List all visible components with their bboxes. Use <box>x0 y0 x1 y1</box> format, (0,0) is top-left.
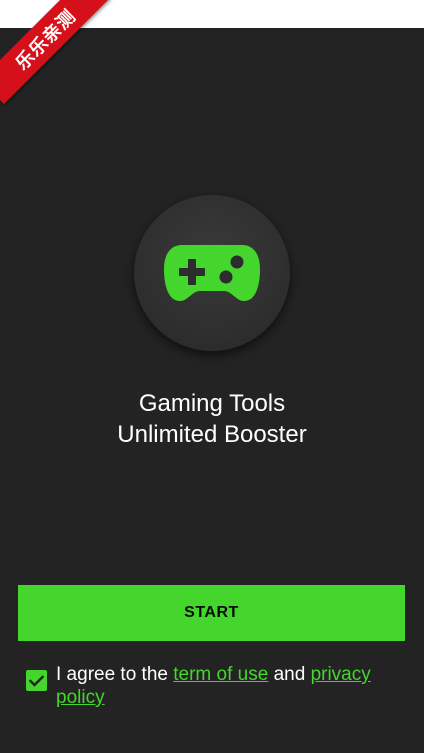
gamepad-icon <box>164 245 260 301</box>
agreement-conjunction: and <box>268 664 311 685</box>
app-root: 乐乐亲测 Gaming Tools Unlimited Booster STAR… <box>0 0 424 753</box>
app-title: Gaming Tools Unlimited Booster <box>0 388 424 450</box>
agreement-row: I agree to the term of use and privacy p… <box>26 663 406 709</box>
agreement-text: I agree to the term of use and privacy p… <box>56 663 406 709</box>
app-logo <box>134 195 290 351</box>
app-title-line-2: Unlimited Booster <box>117 421 307 448</box>
checkmark-icon <box>29 674 44 687</box>
agree-checkbox[interactable] <box>26 670 47 691</box>
agreement-prefix: I agree to the <box>56 664 174 685</box>
terms-of-use-link[interactable]: term of use <box>173 664 268 685</box>
app-title-line-1: Gaming Tools <box>138 390 286 417</box>
start-button[interactable]: START <box>18 585 405 641</box>
